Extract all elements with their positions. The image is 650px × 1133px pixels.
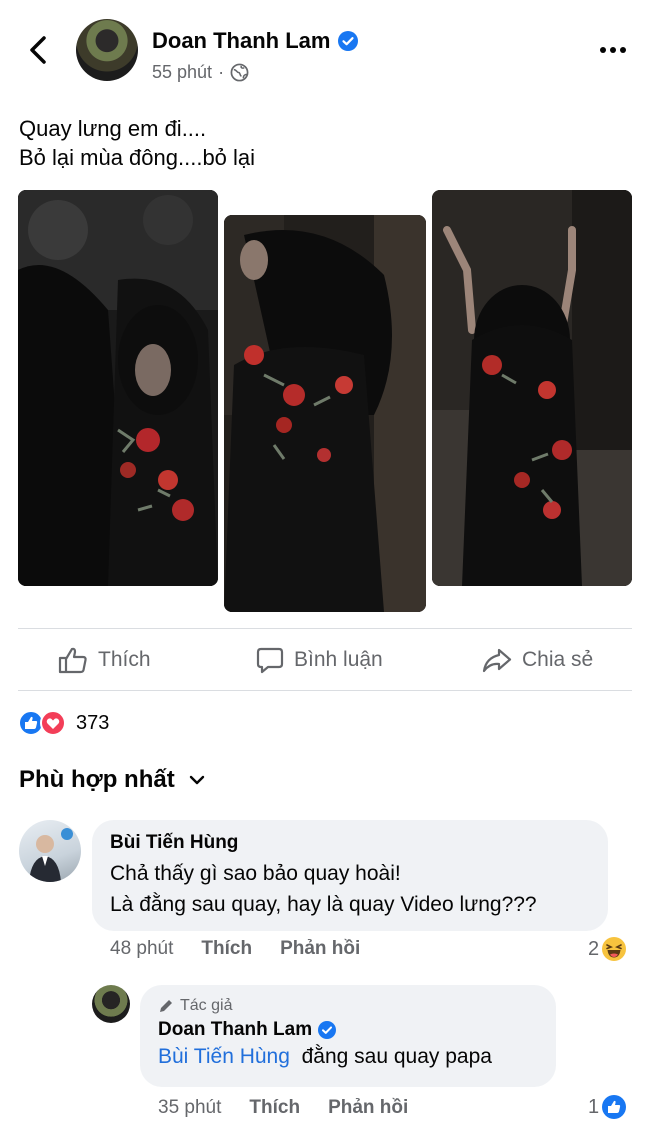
verified-badge-icon xyxy=(318,1021,337,1039)
share-arrow-icon xyxy=(482,648,512,673)
comment-reply-button[interactable]: Phản hồi xyxy=(280,938,360,960)
reply-text: Bùi Tiến Hùng đằng sau quay papa xyxy=(158,1041,538,1072)
chevron-down-icon xyxy=(189,775,204,785)
commenter-avatar[interactable] xyxy=(19,820,81,882)
comment-button[interactable]: Bình luận xyxy=(256,638,383,682)
back-button[interactable] xyxy=(20,30,56,70)
comment-reaction-count: 2 xyxy=(588,937,600,960)
post-photo-2[interactable] xyxy=(224,215,426,612)
post-photo-1[interactable] xyxy=(18,190,218,586)
comment-bubble-icon xyxy=(256,647,284,674)
reactions-summary[interactable]: 373 xyxy=(18,708,109,738)
post-header: Doan Thanh Lam 55 phút · xyxy=(0,0,650,100)
post-photo-3[interactable] xyxy=(432,190,632,586)
author-name[interactable]: Doan Thanh Lam xyxy=(152,28,330,54)
share-label: Chia sẻ xyxy=(522,648,594,671)
like-label: Thích xyxy=(98,648,151,671)
author-tag: Tác giả xyxy=(158,997,538,1015)
reply-author-avatar[interactable] xyxy=(92,985,130,1023)
divider xyxy=(18,628,632,629)
share-button[interactable]: Chia sẻ xyxy=(482,638,593,682)
post-caption: Quay lưng em đi.... Bỏ lại mùa đông....b… xyxy=(19,116,256,170)
globe-icon xyxy=(230,63,249,82)
more-dots-icon xyxy=(600,47,626,53)
like-button[interactable]: Thích xyxy=(58,638,151,682)
comment-reactions[interactable]: 2 xyxy=(588,936,627,962)
reply-reaction-count: 1 xyxy=(588,1095,600,1118)
like-reaction-icon xyxy=(602,1095,627,1119)
reply-like-button[interactable]: Thích xyxy=(249,1097,300,1119)
comment-label: Bình luận xyxy=(294,648,383,671)
comment-bubble[interactable]: Bùi Tiến Hùng Chả thấy gì sao bảo quay h… xyxy=(92,820,608,931)
comment-meta: 48 phút Thích Phản hồi xyxy=(110,938,360,960)
reply-time[interactable]: 35 phút xyxy=(158,1097,221,1119)
meta-separator: · xyxy=(218,62,225,82)
reply-meta: 35 phút Thích Phản hồi xyxy=(158,1097,408,1119)
author-tag-label: Tác giả xyxy=(180,997,233,1014)
reply-reactions[interactable]: 1 xyxy=(588,1094,627,1120)
post-meta: 55 phút · xyxy=(152,62,249,83)
sort-label: Phù hợp nhất xyxy=(19,766,175,793)
reply-author-name[interactable]: Doan Thanh Lam xyxy=(158,1019,312,1041)
comment-time[interactable]: 48 phút xyxy=(110,938,173,960)
verified-badge-icon xyxy=(338,31,359,51)
reply-bubble[interactable]: Tác giả Doan Thanh Lam Bùi Tiến Hùng đằn… xyxy=(140,985,556,1087)
pencil-icon xyxy=(160,1000,172,1012)
mention-link[interactable]: Bùi Tiến Hùng xyxy=(158,1045,290,1068)
post-time[interactable]: 55 phút xyxy=(152,62,212,83)
reaction-count: 373 xyxy=(76,711,110,734)
love-reaction-icon xyxy=(40,710,66,736)
comment-text: Chả thấy gì sao bảo quay hoài! Là đằng s… xyxy=(110,858,590,920)
comment-text-line: Chả thấy gì sao bảo quay hoài! xyxy=(110,862,401,885)
reply-reply-button[interactable]: Phản hồi xyxy=(328,1097,408,1119)
thumbs-up-icon xyxy=(58,647,87,674)
reply-author-name-row: Doan Thanh Lam xyxy=(158,1019,538,1041)
haha-reaction-icon xyxy=(602,937,627,961)
comment-like-button[interactable]: Thích xyxy=(201,938,252,960)
commenter-name[interactable]: Bùi Tiến Hùng xyxy=(110,832,590,854)
divider xyxy=(18,690,632,691)
reply-text-body: đằng sau quay papa xyxy=(301,1045,492,1068)
author-name-row[interactable]: Doan Thanh Lam xyxy=(152,28,359,54)
comment-text-line: Là đằng sau quay, hay là quay Video lưng… xyxy=(110,893,537,916)
more-options-button[interactable] xyxy=(596,36,630,64)
reaction-icons xyxy=(18,709,70,737)
chevron-left-icon xyxy=(30,36,46,64)
author-avatar[interactable] xyxy=(76,19,138,81)
comment-sort-dropdown[interactable]: Phù hợp nhất xyxy=(19,766,205,794)
